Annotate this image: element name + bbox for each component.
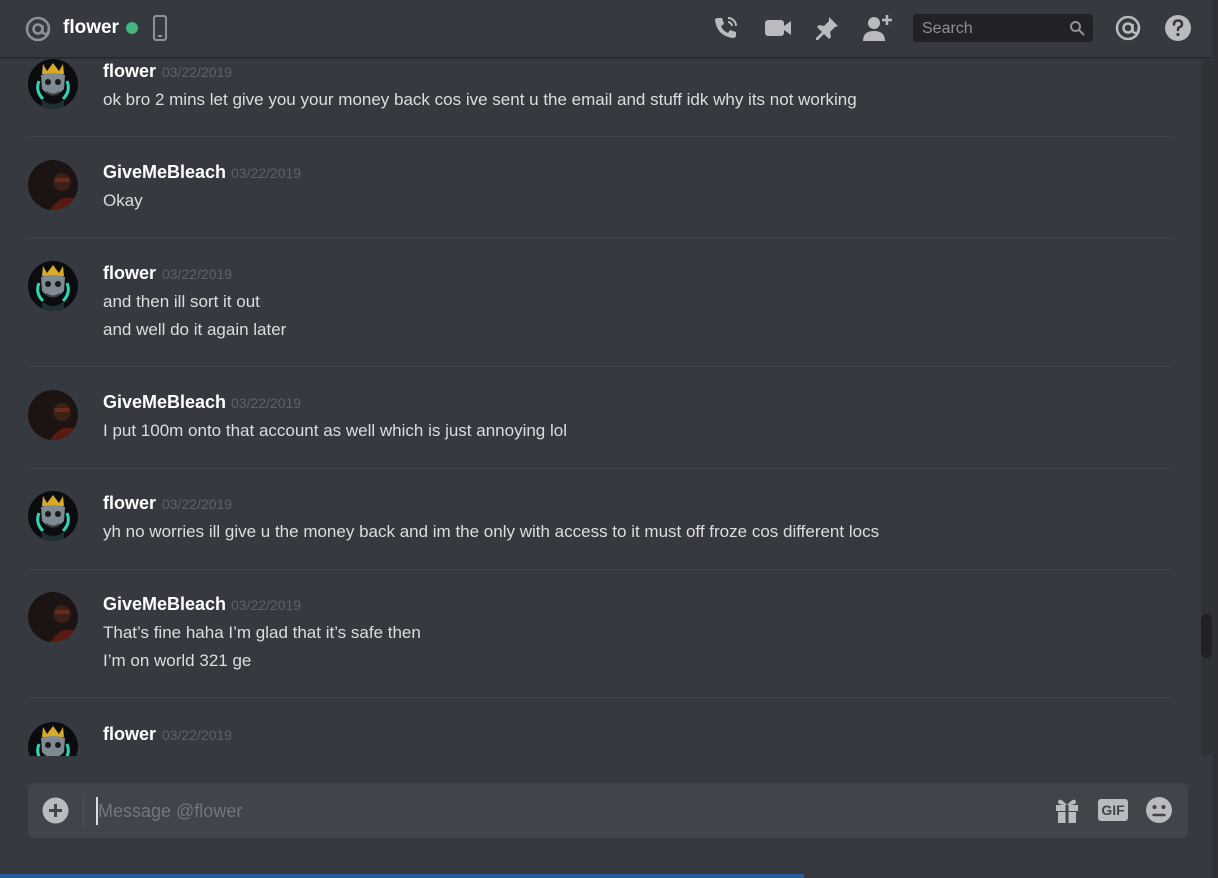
message-text: I put 100m onto that account as well whi… <box>103 421 567 440</box>
message-composer: GIF <box>28 783 1188 838</box>
channel-title: flower <box>63 17 119 38</box>
flower-avatar-icon <box>28 261 78 311</box>
at-sign-icon <box>25 16 51 42</box>
avatar[interactable] <box>28 491 78 541</box>
gif-label: GIF <box>1101 802 1125 818</box>
help-icon <box>1165 15 1191 41</box>
search-icon <box>1070 21 1085 36</box>
message-divider <box>28 697 1172 698</box>
composer-divider <box>83 793 84 828</box>
mobile-device-icon <box>153 15 167 41</box>
message-text: I’m on world 321 ge <box>103 651 252 670</box>
message-author[interactable]: flower <box>103 261 156 285</box>
message-timestamp: 03/22/2019 <box>231 597 302 613</box>
message-author[interactable]: GiveMeBleach <box>103 390 226 414</box>
givemebleach-avatar-icon <box>28 160 78 210</box>
message-text: yh no worries ill give u the money back … <box>103 522 880 541</box>
message-timestamp: 03/22/2019 <box>231 165 302 181</box>
gif-button[interactable]: GIF <box>1098 799 1128 821</box>
message-timestamp: 03/22/2019 <box>162 496 233 512</box>
message-divider <box>28 136 1172 137</box>
message-divider <box>28 468 1172 469</box>
message-timestamp: 03/22/2019 <box>162 266 233 282</box>
add-friend-button[interactable] <box>862 12 894 44</box>
help-button[interactable] <box>1162 12 1194 44</box>
givemebleach-avatar-icon <box>28 592 78 642</box>
scrollbar-thumb[interactable] <box>1201 614 1212 658</box>
message-author[interactable]: flower <box>103 59 156 83</box>
voice-call-button[interactable] <box>710 12 742 44</box>
flower-avatar-icon <box>28 722 78 756</box>
message-author[interactable]: GiveMeBleach <box>103 592 226 616</box>
avatar[interactable] <box>28 160 78 210</box>
message-timestamp: 03/22/2019 <box>162 64 233 80</box>
pinned-messages-button[interactable] <box>811 12 843 44</box>
online-status-icon <box>126 22 138 34</box>
message-text: ok bro 2 mins let give you your money ba… <box>103 90 857 109</box>
message-input[interactable] <box>96 797 1000 825</box>
avatar[interactable] <box>28 722 78 756</box>
phone-call-icon <box>715 17 737 38</box>
taskbar-edge <box>0 874 804 878</box>
avatar[interactable] <box>28 390 78 440</box>
message-divider <box>28 569 1172 570</box>
message-author[interactable]: flower <box>103 722 156 746</box>
message-text: and then ill sort it out <box>103 292 260 311</box>
message-divider <box>28 237 1172 238</box>
emoji-icon[interactable] <box>1145 796 1173 824</box>
message-author[interactable]: GiveMeBleach <box>103 160 226 184</box>
avatar[interactable] <box>28 59 78 109</box>
message-text: and well do it again later <box>103 320 287 339</box>
flower-avatar-icon <box>28 491 78 541</box>
message-timestamp: 03/22/2019 <box>162 727 233 743</box>
mentions-button[interactable] <box>1112 12 1144 44</box>
message-list[interactable]: flower 03/22/2019 ok bro 2 mins let give… <box>0 59 1200 756</box>
video-call-button[interactable] <box>762 12 794 44</box>
window-edge <box>1212 0 1218 878</box>
video-camera-icon <box>765 20 791 36</box>
message-author[interactable]: flower <box>103 491 156 515</box>
flower-avatar-icon <box>28 59 78 109</box>
message-timestamp: 03/22/2019 <box>231 395 302 411</box>
upload-plus-icon[interactable] <box>42 797 69 824</box>
gift-icon[interactable] <box>1054 796 1080 824</box>
pin-icon <box>816 17 838 40</box>
add-user-icon <box>863 15 892 41</box>
search-bar[interactable] <box>913 14 1093 42</box>
channel-header: flower <box>0 0 1218 58</box>
mention-icon <box>1115 15 1141 41</box>
message-divider <box>28 366 1172 367</box>
message-text: That’s fine haha I’m glad that it’s safe… <box>103 623 421 642</box>
message-text: Okay <box>103 191 143 210</box>
avatar[interactable] <box>28 261 78 311</box>
avatar[interactable] <box>28 592 78 642</box>
givemebleach-avatar-icon <box>28 390 78 440</box>
search-input[interactable] <box>920 18 1064 40</box>
